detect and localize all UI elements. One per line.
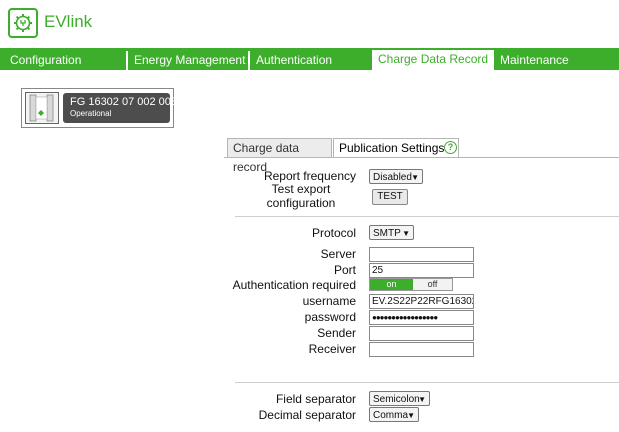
password-input[interactable]: ●●●●●●●●●●●●●●●●●	[369, 310, 474, 325]
subtab-underline	[224, 157, 619, 158]
auth-required-toggle[interactable]: on off	[369, 278, 453, 291]
toggle-off-option[interactable]: off	[413, 279, 452, 290]
chevron-down-icon: ▼	[407, 411, 415, 420]
password-label: password	[304, 310, 356, 324]
toggle-on-option[interactable]: on	[370, 279, 413, 290]
tab-charge-data-record-sub[interactable]: Charge data record	[227, 138, 332, 174]
test-export-label-line1: Test export	[271, 182, 331, 196]
chevron-down-icon: ▼	[418, 395, 426, 404]
app-title: EVlink	[44, 12, 93, 31]
field-separator-label: Field separator	[275, 392, 356, 406]
report-frequency-value: Disabled	[373, 172, 412, 183]
chevron-down-icon: ▼	[411, 173, 419, 182]
charging-station-icon	[29, 94, 54, 122]
test-button[interactable]: TEST	[372, 189, 408, 205]
server-label: Server	[320, 247, 356, 261]
sender-input[interactable]	[369, 326, 474, 341]
gear-plug-icon	[14, 14, 32, 32]
port-label: Port	[333, 263, 356, 277]
tab-charge-data-record[interactable]: Charge Data Record	[372, 50, 494, 70]
decimal-separator-select[interactable]: Comma ▼	[369, 407, 419, 422]
protocol-value: SMTP	[373, 228, 401, 239]
protocol-label: Protocol	[311, 226, 356, 240]
report-frequency-select[interactable]: Disabled ▼	[369, 169, 423, 184]
help-circle-icon[interactable]: ?	[444, 141, 457, 154]
station-status: Operational	[70, 109, 112, 118]
auth-required-label: Authentication required	[232, 278, 356, 292]
receiver-label: Receiver	[308, 342, 356, 356]
section-divider	[235, 382, 619, 383]
report-frequency-label: Report frequency	[263, 169, 356, 183]
tab-publication-settings-label: Publication Settings	[339, 141, 445, 155]
section-divider	[235, 216, 619, 217]
protocol-select[interactable]: SMTP ▼	[369, 225, 414, 240]
station-image	[25, 92, 59, 124]
decimal-separator-value: Comma	[373, 410, 409, 421]
username-label: username	[302, 294, 356, 308]
evlink-logo	[8, 8, 38, 38]
field-separator-value: Semicolon	[373, 394, 420, 405]
receiver-input[interactable]	[369, 342, 474, 357]
decimal-separator-label: Decimal separator	[258, 408, 356, 422]
field-separator-select[interactable]: Semicolon ▼	[369, 391, 430, 406]
username-input[interactable]: EV.2S22P22RFG163020	[369, 294, 474, 309]
tab-energy-management[interactable]: Energy Management	[126, 51, 248, 70]
tab-publication-settings[interactable]: Publication Settings	[333, 138, 459, 158]
port-input[interactable]: 25	[369, 263, 474, 278]
chevron-down-icon: ▼	[402, 229, 410, 238]
station-name: FG 16302 07 002 003	[70, 96, 178, 108]
tab-configuration[interactable]: Configuration	[4, 51, 126, 70]
sender-label: Sender	[317, 326, 356, 340]
tab-authentication[interactable]: Authentication	[248, 51, 370, 70]
test-export-label-line2: configuration	[266, 196, 336, 210]
server-input[interactable]	[369, 247, 474, 262]
tab-maintenance[interactable]: Maintenance	[494, 51, 619, 70]
